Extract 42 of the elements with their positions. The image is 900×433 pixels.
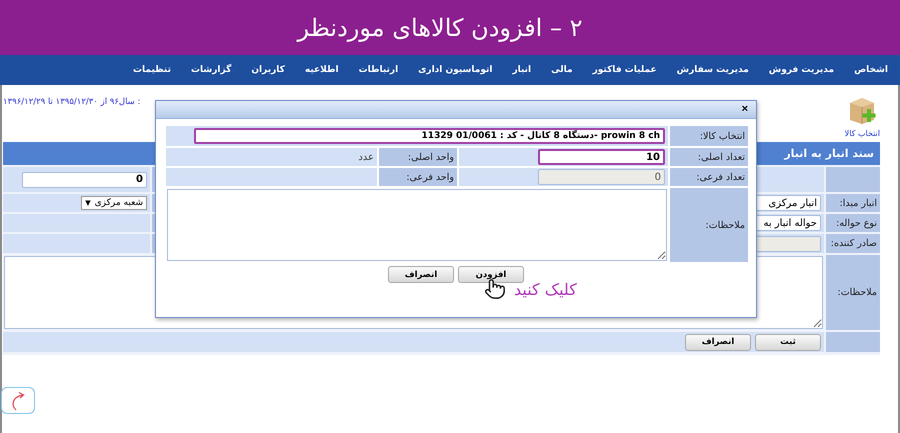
menu-item[interactable]: کاربران	[251, 65, 285, 75]
field-label: واحد اصلی:	[408, 152, 454, 162]
form-button[interactable]: انصراف	[685, 334, 751, 350]
hand-cursor-icon	[484, 278, 506, 300]
box-plus-icon	[847, 95, 878, 125]
field-label: تعداد فرعی:	[696, 172, 745, 182]
menu-item[interactable]: مدیریت فروش	[768, 65, 834, 75]
field-label: ملاحظات:	[838, 287, 877, 298]
menu-item[interactable]: اطلاعیه	[304, 65, 339, 75]
unit-value: عدد	[358, 152, 374, 162]
field-label: انتخاب کالا:	[700, 130, 745, 142]
menu-item[interactable]: انبار	[512, 65, 532, 75]
total-field[interactable]: 0	[22, 172, 147, 188]
page-title: ۲ – افزودن کالاهای موردنظر	[297, 14, 582, 42]
menu-item[interactable]: ارتباطات	[358, 65, 398, 75]
quantity-field[interactable]: 10	[538, 149, 665, 165]
add-item-link[interactable]: انتخاب کالا	[844, 95, 880, 138]
menu-item[interactable]: تنظیمات	[133, 65, 171, 75]
field-label: نوع حواله:	[836, 218, 877, 228]
field-label: صادر کننده:	[830, 238, 877, 249]
label-cell	[826, 332, 880, 352]
field-label: انبار مبدا:	[840, 198, 877, 208]
menu-item[interactable]: عملیات فاکتور	[592, 65, 657, 75]
menu-item[interactable]: گزارشات	[190, 65, 232, 75]
curved-arrow-icon	[10, 390, 26, 410]
dialog-button[interactable]: انصراف	[388, 266, 454, 283]
field-label: تعداد اصلی:	[698, 152, 745, 162]
source-field[interactable]: انبار مرکزی	[755, 195, 821, 211]
menu-item[interactable]: اشخاص	[854, 65, 888, 75]
fiscal-period: : سال۹۶ از ۱۳۹۵/۱۲/۳۰ تا ۱۳۹۶/۱۲/۲۹	[3, 97, 140, 107]
menu-item[interactable]: مالی	[551, 65, 573, 75]
form-button[interactable]: ثبت	[755, 334, 821, 350]
back-button[interactable]	[1, 387, 35, 414]
notes-field[interactable]	[167, 189, 667, 261]
label-cell	[826, 167, 880, 192]
field-label: واحد فرعی:	[406, 172, 454, 182]
menu-item[interactable]: اتوماسیون اداری	[418, 65, 492, 75]
dialog-button[interactable]: افزودن	[458, 266, 524, 283]
field-label: ملاحظات:	[706, 220, 745, 230]
product-field[interactable]: prowin 8 ch -دستگاه 8 کانال - کد : 01/0061 11329	[194, 128, 665, 144]
menu-item[interactable]: مدیریت سفارش	[676, 65, 749, 75]
close-button[interactable]: ×	[742, 104, 748, 115]
